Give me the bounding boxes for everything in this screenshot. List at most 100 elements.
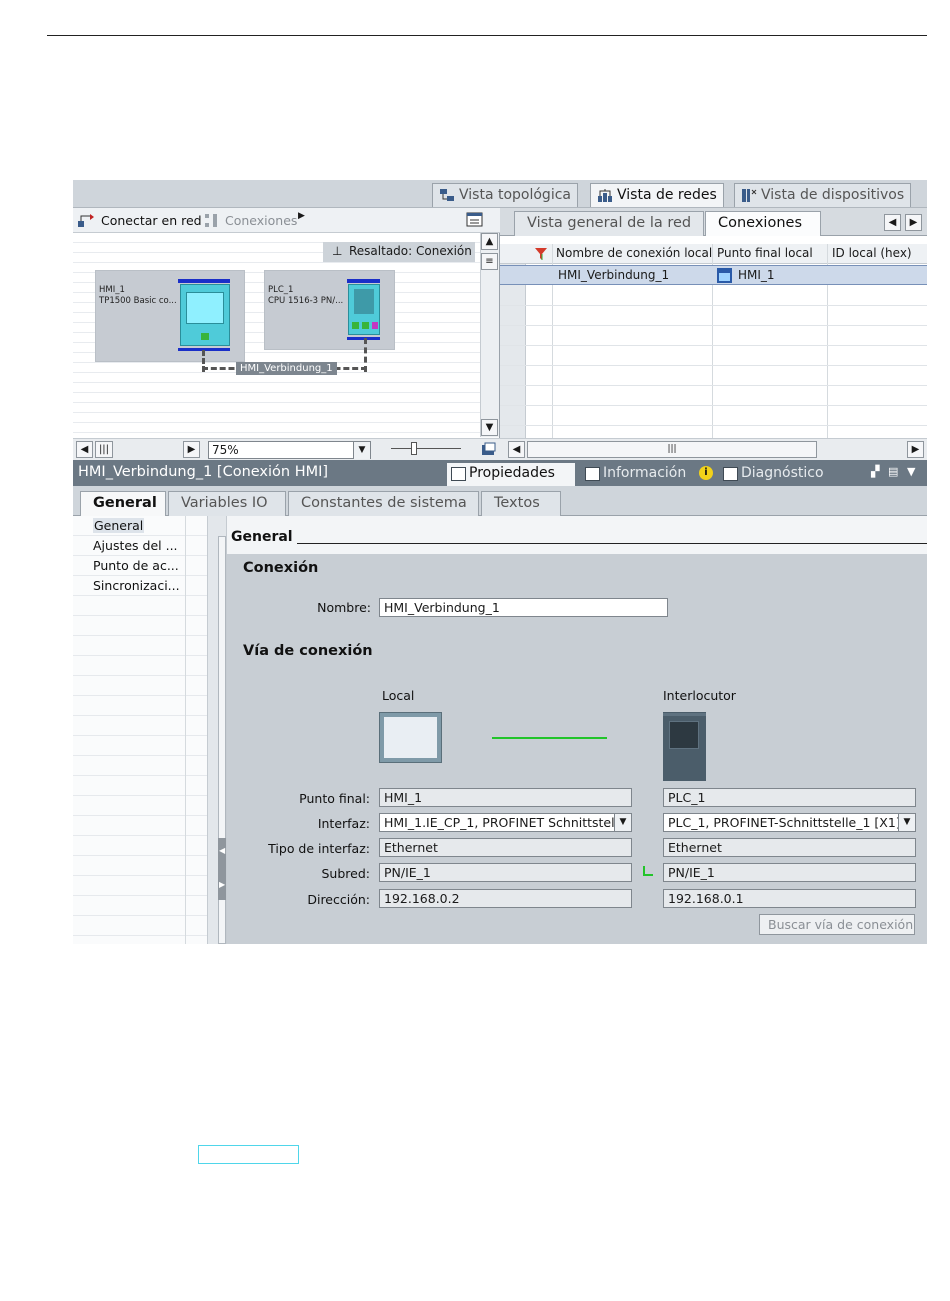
device-plc[interactable]: PLC_1 CPU 1516-3 PN/...	[264, 270, 395, 350]
name-label: Nombre:	[317, 600, 371, 615]
chevron-down-icon[interactable]: ▼	[614, 814, 631, 831]
tab-device-view[interactable]: Vista de dispositivos	[734, 183, 912, 207]
network-panel: Conectar en red Conexiones ▶ ⊥ Resaltado…	[73, 208, 500, 460]
connection-label[interactable]: HMI_Verbindung_1	[236, 362, 337, 375]
properties-icon	[451, 467, 466, 481]
chevron-down-icon[interactable]: ▼	[907, 465, 915, 478]
window-layout-icon[interactable]: ▤	[888, 465, 898, 478]
filter-icon[interactable]	[533, 246, 549, 262]
interface-type-label: Tipo de interfaz:	[268, 841, 370, 856]
general-header: General	[227, 516, 927, 554]
table-row	[500, 306, 927, 326]
connections-table: Nombre de conexión local Punto final loc…	[500, 236, 927, 438]
table-row[interactable]: HMI_Verbindung_1 HMI_1	[500, 265, 927, 285]
tab-information[interactable]: Información	[581, 463, 694, 486]
information-icon	[585, 467, 600, 481]
scroll-thumb[interactable]: |||	[95, 441, 113, 458]
table-row	[500, 386, 927, 406]
local-subnet-field: PN/IE_1	[379, 863, 632, 882]
cell-connection-name: HMI_Verbindung_1	[558, 268, 670, 282]
tab-network-view[interactable]: Vista de redes	[590, 183, 724, 207]
scroll-left-icon[interactable]: ◀	[508, 441, 525, 458]
collapse-left-icon[interactable]: ◀	[219, 846, 225, 855]
page-top-rule	[47, 35, 927, 36]
nav-item-sync[interactable]: Sincronizaci...	[93, 578, 180, 593]
local-label: Local	[382, 688, 415, 703]
connections-panel: Vista general de la red Conexiones ◀ ▶ N…	[500, 208, 927, 460]
tab-io-variables[interactable]: Variables IO	[168, 491, 286, 516]
info-badge-icon: i	[699, 466, 713, 480]
scroll-right-icon[interactable]: ▶	[183, 441, 200, 458]
network-canvas[interactable]: ⊥ Resaltado: Conexión HMI_1 TP1500 Basic…	[73, 233, 481, 438]
device-view-icon	[742, 189, 757, 202]
local-interface-select[interactable]: HMI_1.IE_CP_1, PROFINET Schnittstelle_1 …	[379, 813, 632, 832]
hmi-device-icon	[717, 268, 732, 283]
hmi-panel-icon	[180, 284, 230, 346]
interface-label: Interfaz:	[317, 816, 370, 831]
scroll-left-icon[interactable]: ◀	[76, 441, 93, 458]
subnet-label: Subred:	[321, 866, 371, 881]
table-row	[500, 366, 927, 386]
canvas-vertical-scrollbar[interactable]: ▲ ≡ ▼	[480, 233, 499, 437]
tab-system-constants[interactable]: Constantes de sistema	[288, 491, 479, 516]
nav-item-settings[interactable]: Ajustes del ...	[93, 538, 178, 553]
table-row	[500, 286, 927, 306]
topology-icon	[440, 189, 454, 201]
scroll-right-icon[interactable]: ▶	[907, 441, 924, 458]
overview-icon[interactable]: ≡	[481, 253, 498, 270]
view-tab-bar: Vista topológica Vista de redes Vista de…	[73, 180, 927, 208]
tab-connections[interactable]: Conexiones	[705, 211, 821, 236]
partner-plc-image	[663, 712, 706, 781]
nav-splitter[interactable]: ◀ ▶	[207, 516, 227, 944]
name-field[interactable]: HMI_Verbindung_1	[379, 598, 668, 617]
tab-topology-view[interactable]: Vista topológica	[432, 183, 578, 207]
toolbar-expand-arrow-icon[interactable]: ▶	[298, 211, 305, 221]
column-connection-name[interactable]: Nombre de conexión local	[556, 246, 712, 260]
nav-item-access-point[interactable]: Punto de ac...	[93, 558, 179, 573]
tab-diagnostics[interactable]: Diagnóstico	[719, 463, 832, 486]
connect-network-button[interactable]: Conectar en red	[77, 213, 202, 228]
tab-scroll-right-icon[interactable]: ▶	[905, 214, 922, 231]
partner-subnet-field: PN/IE_1	[663, 863, 916, 882]
connect-network-icon	[78, 214, 94, 227]
scroll-down-icon[interactable]: ▼	[481, 419, 498, 436]
table-row	[500, 406, 927, 426]
chevron-down-icon[interactable]: ▼	[898, 814, 915, 831]
local-hmi-image	[379, 712, 442, 763]
column-local-id[interactable]: ID local (hex)	[832, 246, 912, 260]
scroll-thumb[interactable]: |||	[527, 441, 817, 458]
partner-interface-select[interactable]: PLC_1, PROFINET-Schnittstelle_1 [X1] ▼	[663, 813, 916, 832]
chevron-down-icon[interactable]: ▼	[353, 442, 370, 459]
right-tab-bar: Vista general de la red Conexiones ◀ ▶	[500, 208, 927, 236]
canvas-horizontal-bar: ◀ ||| ▶ 75% ▼	[73, 438, 500, 460]
zoom-slider[interactable]	[391, 448, 461, 449]
table-row	[500, 326, 927, 346]
cell-local-endpoint: HMI_1	[738, 268, 775, 282]
properties-sub-tabs: General Variables IO Constantes de siste…	[73, 486, 927, 516]
network-toolbar: Conectar en red Conexiones ▶	[73, 208, 500, 233]
empty-placeholder-box	[198, 1145, 299, 1164]
table-toggle-icon[interactable]	[466, 212, 484, 228]
local-interface-type-field: Ethernet	[379, 838, 632, 857]
find-connection-path-button[interactable]: Buscar vía de conexión	[759, 914, 915, 935]
expand-right-icon[interactable]: ▶	[219, 880, 225, 889]
window-restore-icon[interactable]: ▞	[871, 465, 879, 478]
tab-general[interactable]: General	[80, 491, 166, 516]
subnet-link-icon	[643, 866, 653, 876]
properties-title-bar: HMI_Verbindung_1 [Conexión HMI] Propieda…	[73, 460, 927, 486]
zoom-fit-icon[interactable]	[481, 442, 497, 458]
general-header-rule	[297, 543, 927, 544]
tab-scroll-left-icon[interactable]: ◀	[884, 214, 901, 231]
zoom-slider-thumb[interactable]	[411, 442, 417, 455]
tab-network-overview[interactable]: Vista general de la red	[514, 211, 705, 236]
zoom-select[interactable]: 75% ▼	[208, 441, 371, 459]
properties-title: HMI_Verbindung_1 [Conexión HMI]	[78, 464, 329, 480]
column-local-endpoint[interactable]: Punto final local	[717, 246, 813, 260]
connections-button[interactable]: Conexiones	[203, 213, 297, 228]
table-header: Nombre de conexión local Punto final loc…	[500, 244, 927, 264]
device-hmi[interactable]: HMI_1 TP1500 Basic co...	[95, 270, 245, 362]
nav-item-general[interactable]: General	[93, 518, 145, 533]
tab-texts[interactable]: Textos	[481, 491, 561, 516]
scroll-up-icon[interactable]: ▲	[481, 233, 498, 250]
tab-properties[interactable]: Propiedades	[447, 463, 575, 486]
